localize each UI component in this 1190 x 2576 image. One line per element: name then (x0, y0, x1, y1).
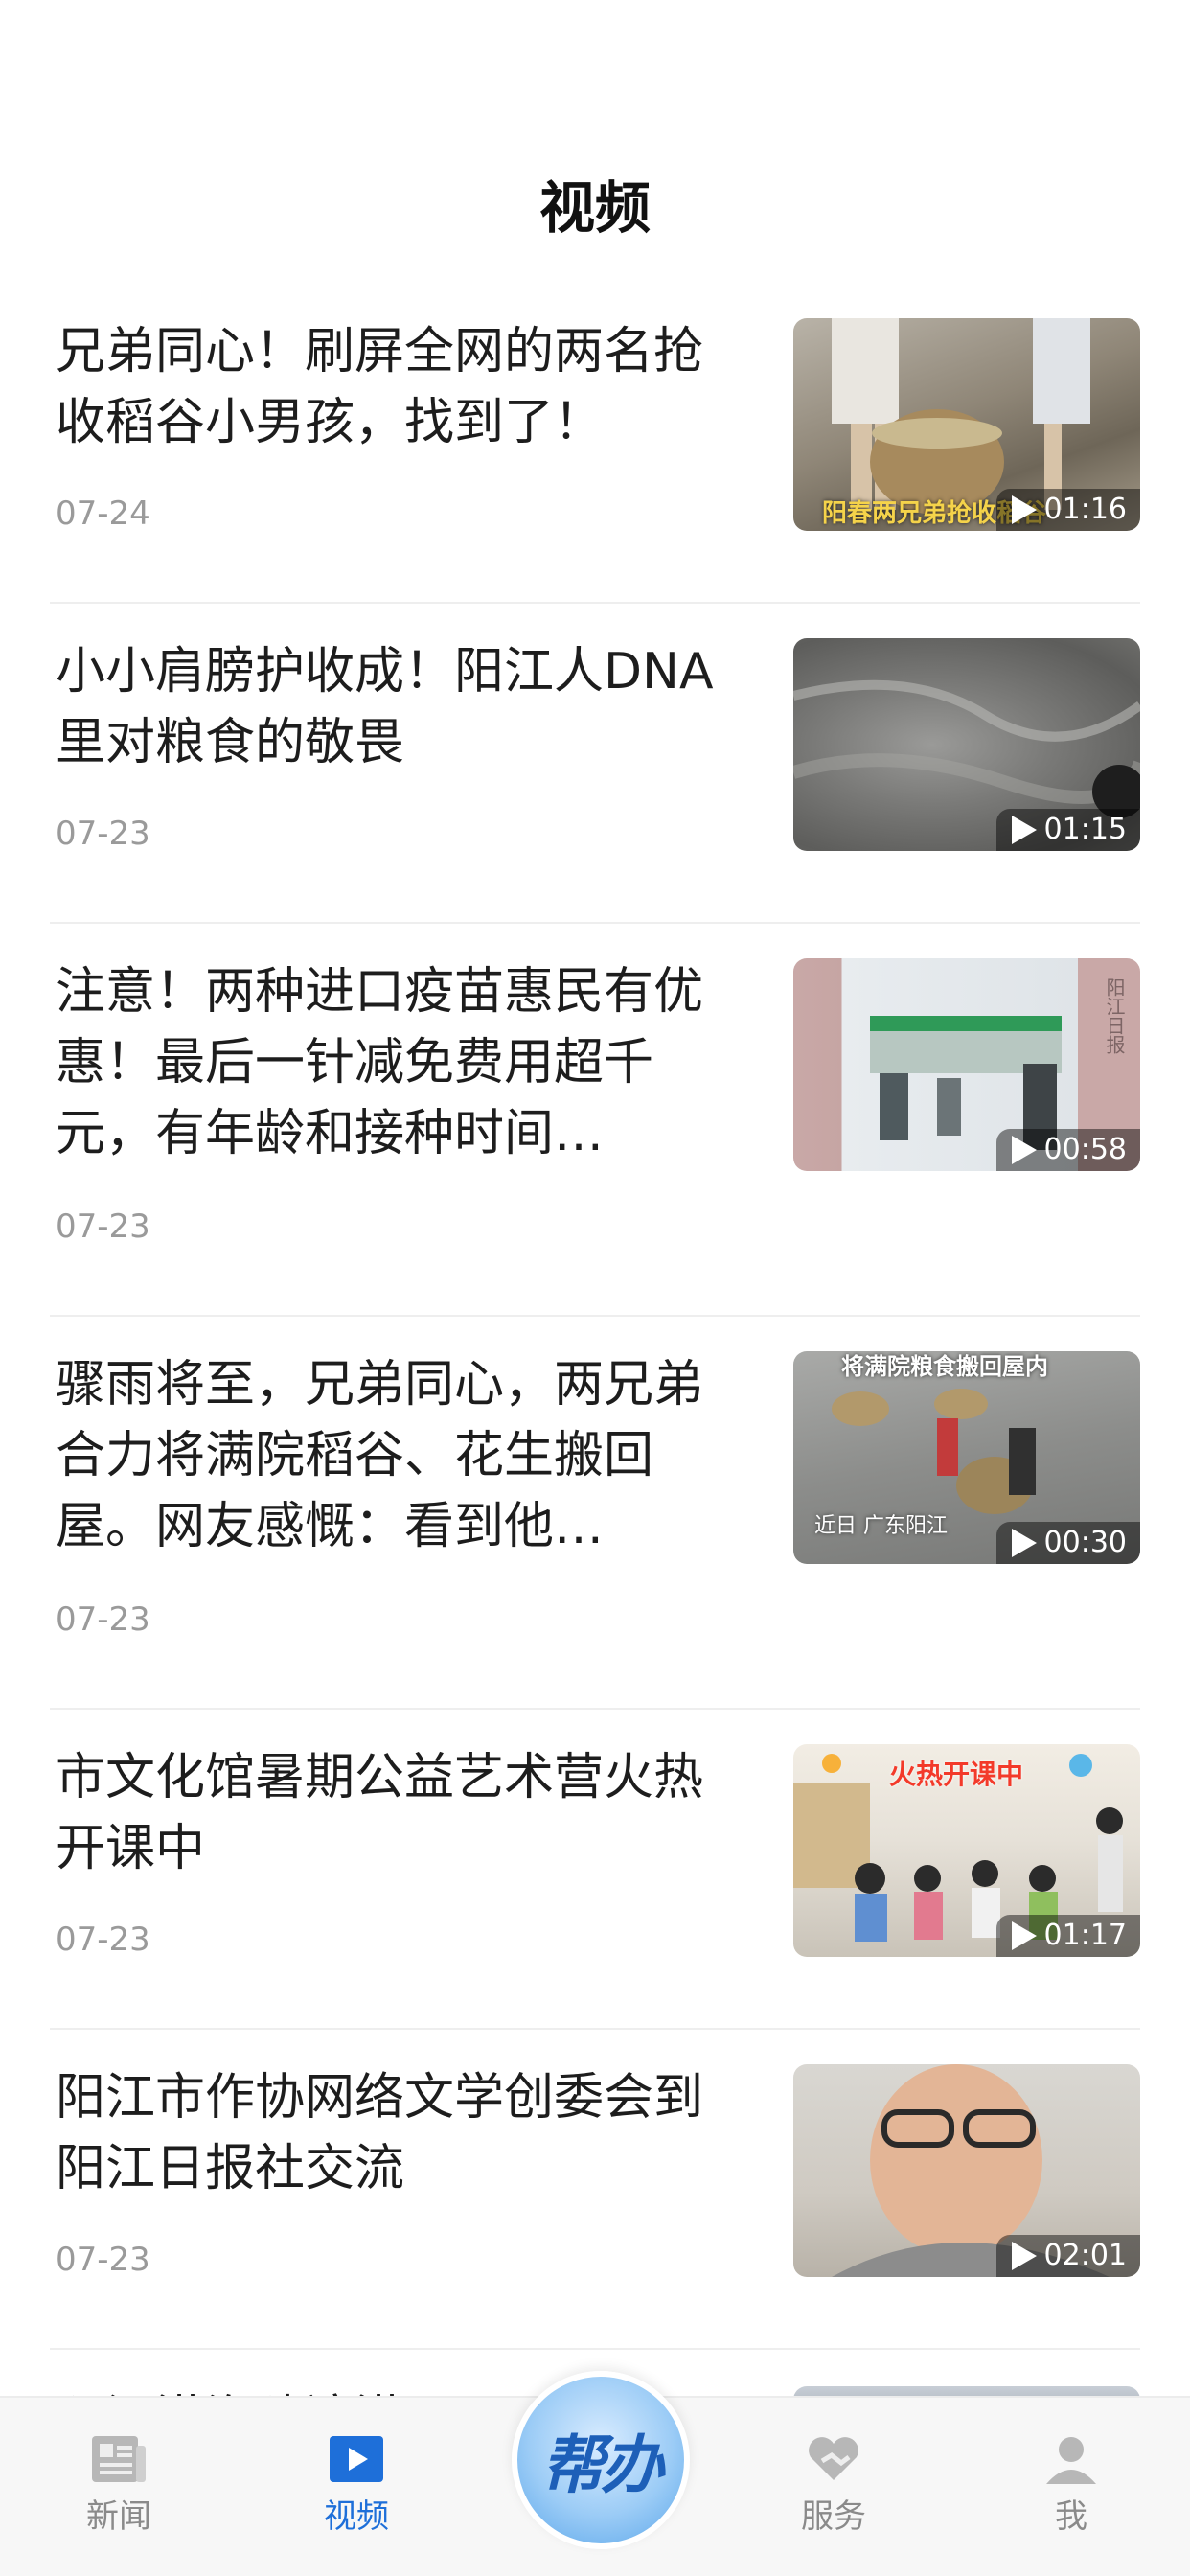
duration-text: 00:30 (1043, 1526, 1127, 1559)
play-icon (1011, 1921, 1037, 1950)
help-center-label: 帮办 (541, 2427, 664, 2502)
duration-badge: 00:30 (995, 1522, 1140, 1564)
heart-service-icon (809, 2437, 858, 2480)
tab-video[interactable]: 视频 (289, 2432, 423, 2537)
duration-badge: 01:17 (995, 1915, 1140, 1957)
list-item[interactable]: 兄弟同心！刷屏全网的两名抢收稻谷小男孩，找到了！ 07-24 阳春两兄弟抢收稻谷… (50, 284, 1140, 604)
tab-service[interactable]: 服务 (767, 2432, 901, 2537)
item-date: 07-23 (56, 1600, 150, 1639)
video-thumbnail[interactable]: 01:15 (793, 638, 1140, 851)
list-item[interactable]: 阳江市作协网络文学创委会到阳江日报社交流 07-23 02:01 (50, 2030, 1140, 2350)
item-title: 市文化馆暑期公益艺术营火热开课中 (56, 1749, 704, 1877)
video-play-icon (330, 2436, 383, 2482)
duration-text: 01:16 (1043, 493, 1127, 526)
play-icon (1011, 816, 1037, 844)
video-thumbnail[interactable]: 02:01 (793, 2064, 1140, 2277)
video-thumbnail[interactable]: 阳江日报 00:58 (793, 958, 1140, 1171)
tab-label: 新闻 (86, 2497, 151, 2536)
play-icon (1011, 1136, 1037, 1164)
list-item[interactable]: 注意！两种进口疫苗惠民有优惠！最后一针减免费用超千元，有年龄和接种时间… 07-… (50, 924, 1140, 1317)
duration-badge: 01:15 (995, 809, 1140, 851)
person-icon (1046, 2437, 1096, 2484)
help-center-button[interactable]: 帮办 (512, 2371, 690, 2549)
duration-badge: 01:16 (995, 489, 1140, 531)
thumbnail-caption: 近日 广东阳江 (814, 1514, 948, 1538)
duration-badge: 00:58 (995, 1129, 1140, 1171)
list-item[interactable]: 骤雨将至，兄弟同心，两兄弟合力将满院稻谷、花生搬回屋。网友感慨：看到他… 07-… (50, 1317, 1140, 1710)
video-thumbnail[interactable]: 火热开课中 01:17 (793, 1744, 1140, 1957)
tab-label: 我 (1055, 2497, 1087, 2536)
play-icon (1011, 1529, 1037, 1557)
video-thumbnail[interactable]: 将满院粮食搬回屋内 近日 广东阳江 00:30 (793, 1351, 1140, 1564)
list-item[interactable]: 小小肩膀护收成！阳江人DNA里对粮食的敬畏 07-23 01:15 (50, 604, 1140, 924)
list-item[interactable]: 市文化馆暑期公益艺术营火热开课中 07-23 火热开课中 01:17 (50, 1710, 1140, 2030)
bottom-tab-bar: 新闻 视频 帮办 服务 我 (0, 2371, 1190, 2576)
duration-text: 02:01 (1043, 2239, 1127, 2272)
video-list: 兄弟同心！刷屏全网的两名抢收稻谷小男孩，找到了！ 07-24 阳春两兄弟抢收稻谷… (50, 284, 1140, 2350)
item-date: 07-23 (56, 2241, 150, 2279)
item-date: 07-23 (56, 1920, 150, 1959)
duration-text: 00:58 (1043, 1133, 1127, 1166)
play-icon (1011, 2242, 1037, 2270)
item-title: 骤雨将至，兄弟同心，两兄弟合力将满院稻谷、花生搬回屋。网友感慨：看到他… (56, 1356, 704, 1555)
thumbnail-headline: 将满院粮食搬回屋内 (841, 1353, 1048, 1380)
thumbnail-caption: 火热开课中 (889, 1759, 1024, 1790)
tab-label: 服务 (801, 2497, 866, 2536)
video-thumbnail[interactable]: 阳春两兄弟抢收稻谷 01:16 (793, 318, 1140, 531)
newspaper-icon (92, 2436, 146, 2482)
thumbnail-caption: 阳江日报 (1103, 978, 1126, 1054)
play-icon (1011, 495, 1037, 524)
item-date: 07-24 (56, 494, 150, 533)
item-date: 07-23 (56, 1208, 150, 1246)
page-title: 视频 (538, 175, 651, 241)
tab-label: 视频 (324, 2497, 389, 2536)
item-title: 小小肩膀护收成！阳江人DNA里对粮食的敬畏 (56, 643, 714, 771)
duration-badge: 02:01 (995, 2235, 1140, 2277)
item-title: 注意！两种进口疫苗惠民有优惠！最后一针减免费用超千元，有年龄和接种时间… (56, 963, 704, 1162)
tab-news[interactable]: 新闻 (52, 2432, 186, 2537)
item-title: 阳江市作协网络文学创委会到阳江日报社交流 (56, 2069, 704, 2197)
tab-me[interactable]: 我 (1004, 2432, 1138, 2537)
item-date: 07-23 (56, 815, 150, 853)
duration-text: 01:17 (1043, 1919, 1127, 1952)
duration-text: 01:15 (1043, 813, 1127, 846)
header: 视频 (0, 0, 1190, 278)
item-title: 兄弟同心！刷屏全网的两名抢收稻谷小男孩，找到了！ (56, 323, 704, 451)
